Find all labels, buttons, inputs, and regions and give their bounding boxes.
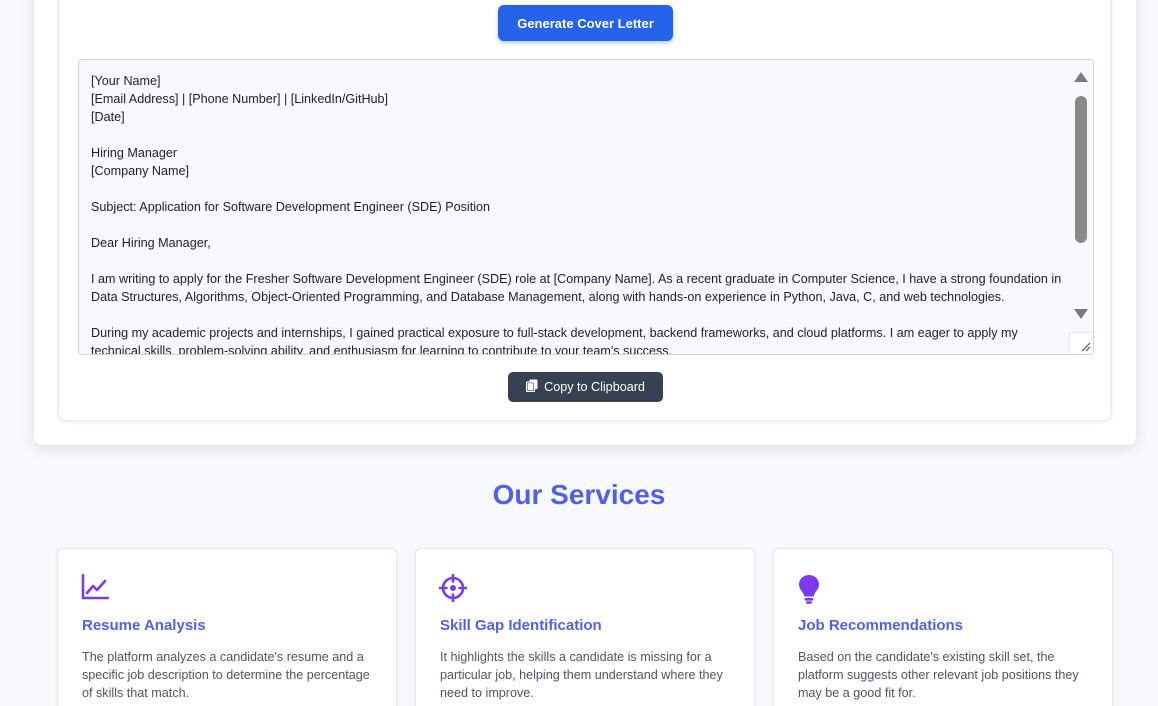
generate-cover-letter-button[interactable]: Generate Cover Letter <box>498 5 673 41</box>
scroll-up-arrow-icon[interactable] <box>1074 72 1088 82</box>
service-title: Job Recommendations <box>798 617 964 634</box>
generator-card: Generate Cover Letter [Your Name] [Email… <box>58 0 1112 421</box>
generator-panel: Generate Cover Letter [Your Name] [Email… <box>34 0 1136 445</box>
service-card-job-recommendations: Job Recommendations Based on the candida… <box>773 548 1113 706</box>
chart-line-icon <box>81 573 110 605</box>
service-description: The platform analyzes a candidate's resu… <box>82 650 370 700</box>
cover-letter-textarea[interactable]: [Your Name] [Email Address] | [Phone Num… <box>78 59 1094 355</box>
service-title: Skill Gap Identification <box>440 617 602 634</box>
resize-handle-icon[interactable] <box>1069 332 1093 354</box>
clipboard-icon <box>525 379 538 395</box>
cover-letter-text[interactable]: [Your Name] [Email Address] | [Phone Num… <box>91 72 1066 354</box>
scroll-thumb[interactable] <box>1075 96 1087 243</box>
service-title: Resume Analysis <box>82 617 206 634</box>
scroll-down-arrow-icon[interactable] <box>1074 309 1088 319</box>
copy-to-clipboard-label: Copy to Clipboard <box>544 380 645 394</box>
service-card-resume-analysis: Resume Analysis The platform analyzes a … <box>57 548 397 706</box>
textarea-scrollbar[interactable] <box>1069 60 1093 354</box>
crosshairs-icon <box>438 573 468 607</box>
service-description: Based on the candidate's existing skill … <box>798 650 1079 700</box>
lightbulb-icon <box>797 574 821 609</box>
copy-to-clipboard-button[interactable]: Copy to Clipboard <box>508 372 663 402</box>
services-heading: Our Services <box>492 479 666 510</box>
service-description: It highlights the skills a candidate is … <box>440 650 723 700</box>
service-card-skill-gap: Skill Gap Identification It highlights t… <box>415 548 755 706</box>
